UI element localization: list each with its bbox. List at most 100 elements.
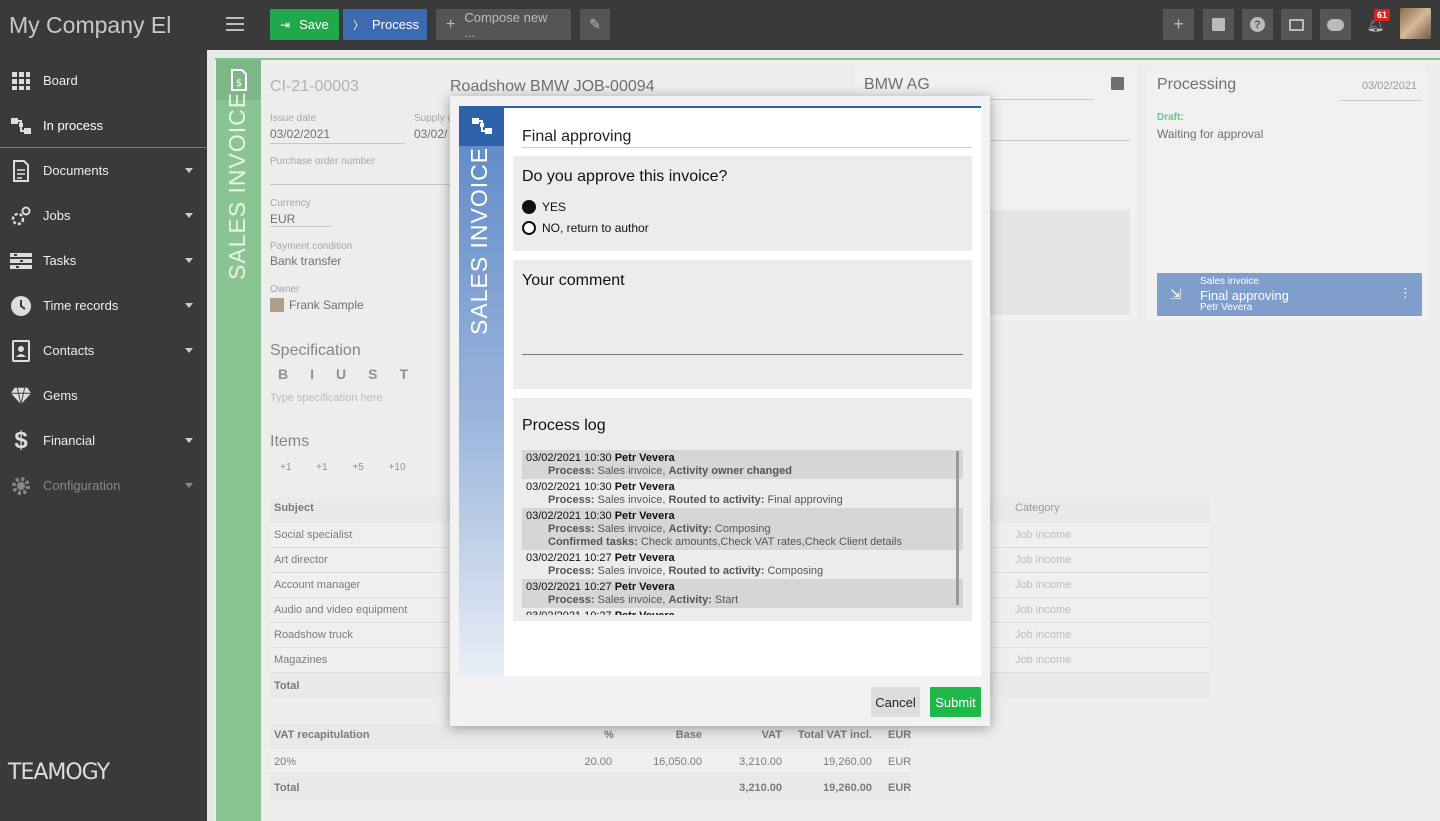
gear-icon [10, 475, 32, 497]
sidebar-item-label: Contacts [43, 343, 95, 358]
help-icon: ? [1250, 17, 1265, 32]
print-button[interactable] [1281, 9, 1312, 40]
grid-icon [10, 70, 32, 92]
sidebar-item-tasks[interactable]: Tasks [0, 238, 207, 283]
sidebar-item-label: Financial [43, 433, 96, 448]
log-detail: Confirmed tasks: Check amounts,Check VAT… [548, 536, 902, 548]
dollar-icon: $ [14, 426, 28, 454]
sidebar-item-label: Board [43, 73, 78, 88]
log-timestamp: 03/02/2021 10:27 [526, 552, 612, 564]
compose-new-button[interactable]: + Compose new ... [436, 9, 571, 40]
log-timestamp: 03/02/2021 10:30 [526, 481, 612, 493]
help-button[interactable]: ? [1242, 9, 1273, 40]
clock-icon [10, 295, 32, 317]
sidebar-item-configuration[interactable]: Configuration [0, 463, 207, 508]
user-avatar[interactable] [1400, 8, 1431, 39]
sidebar-item-jobs[interactable]: Jobs [0, 193, 207, 238]
log-user: Petr Vevera [615, 610, 675, 615]
chevron-down-icon [185, 438, 193, 443]
notes-button[interactable] [1203, 9, 1234, 40]
sidebar-item-in-process[interactable]: In process [0, 103, 207, 148]
log-entry: 03/02/2021 10:27 Petr VeveraProcess: Sal… [522, 550, 963, 579]
log-entry: 03/02/2021 10:27 Petr VeveraProcess: Sal… [522, 608, 963, 615]
log-timestamp: 03/02/2021 10:27 [526, 610, 612, 615]
tools-icon: ✎ [589, 16, 601, 32]
log-entry: 03/02/2021 10:30 Petr Vevera Process: Sal… [522, 508, 963, 550]
log-detail: Process: Sales invoice, Routed to activi… [548, 565, 824, 577]
sidebar-item-time-records[interactable]: Time records [0, 283, 207, 328]
sidebar-item-board[interactable]: Board [0, 58, 207, 103]
contacts-icon [10, 339, 32, 362]
tasks-icon [10, 250, 32, 272]
menu-icon[interactable] [226, 17, 244, 35]
option-yes-radio[interactable]: YES [522, 200, 566, 214]
log-timestamp: 03/02/2021 10:30 [526, 452, 612, 464]
plus-icon: + [446, 15, 456, 33]
log-detail: Process: Sales invoice, Activity owner c… [548, 465, 792, 477]
process-log-section: Process log 03/02/2021 10:30 Petr Vevera… [513, 398, 972, 621]
document-icon [10, 159, 32, 182]
chevron-down-icon [185, 348, 193, 353]
radio-unchecked-icon [522, 221, 536, 235]
log-entry: 03/02/2021 10:30 Petr Vevera Process: Sal… [522, 479, 963, 508]
chat-icon [1327, 18, 1344, 31]
log-detail: Process: Sales invoice, Routed to activi… [548, 494, 843, 506]
log-entry: 03/02/2021 10:30 Petr Vevera Process: Sal… [522, 450, 963, 479]
process-log-title: Process log [522, 417, 606, 434]
radio-checked-icon [522, 200, 536, 214]
log-user: Petr Vevera [614, 510, 675, 522]
plus-icon: + [1173, 14, 1184, 34]
sidebar-item-label: Time records [43, 298, 119, 313]
sidebar-item-label: Configuration [43, 478, 121, 493]
option-no-radio[interactable]: NO, return to author [522, 221, 649, 235]
chevron-right-icon: 〉 [353, 19, 364, 32]
sidebar-item-gems[interactable]: Gems [0, 373, 207, 418]
flow-icon [459, 106, 504, 146]
log-scrollbar[interactable] [956, 451, 959, 605]
notification-badge: 61 [1374, 9, 1391, 21]
cancel-button[interactable]: Cancel [871, 687, 920, 717]
chat-button[interactable] [1320, 9, 1351, 40]
process-button[interactable]: 〉 Process [343, 9, 427, 40]
company-name: My Company El [9, 12, 172, 38]
comment-section: Your comment [513, 260, 972, 389]
sidebar-item-label: Gems [43, 388, 78, 403]
submit-button[interactable]: Submit [930, 687, 981, 717]
log-user: Petr Vevera [614, 552, 675, 564]
jobs-icon [10, 205, 32, 227]
sidebar-item-documents[interactable]: Documents [0, 148, 207, 193]
sidebar-item-label: Tasks [43, 253, 77, 268]
sidebar: My Company El Board In process Documents… [0, 0, 207, 821]
comment-textarea[interactable] [522, 300, 963, 355]
chevron-down-icon [185, 483, 193, 488]
sidebar-item-label: In process [43, 118, 103, 133]
printer-icon [1289, 18, 1304, 31]
approval-question: Do you approve this invoice? [522, 168, 728, 185]
sidebar-nav: Board In process Documents Jobs Tasks Ti… [0, 58, 207, 508]
add-button[interactable]: + [1163, 9, 1194, 40]
chevron-down-icon [185, 168, 193, 173]
log-detail: Process: Sales invoice, Activity: Start [548, 594, 739, 606]
comment-title: Your comment [522, 272, 625, 289]
note-icon [1212, 18, 1225, 31]
dialog-type-label: SALES INVOICE [466, 146, 492, 335]
sidebar-item-contacts[interactable]: Contacts [0, 328, 207, 373]
log-user: Petr Vevera [614, 581, 675, 593]
chevron-down-icon [185, 303, 193, 308]
chevron-down-icon [185, 213, 193, 218]
log-user: Petr Vevera [614, 481, 675, 493]
log-user: Petr Vevera [614, 452, 675, 464]
approval-section: Do you approve this invoice? YES NO, ret… [513, 156, 972, 251]
dialog-title: Final approving [522, 128, 632, 145]
flow-icon [10, 115, 32, 137]
log-detail: Process: Sales invoice, Activity: Compos… [548, 523, 771, 535]
tools-button[interactable]: ✎ [580, 9, 610, 40]
sidebar-item-label: Documents [43, 163, 109, 178]
log-timestamp: 03/02/2021 10:30 [526, 510, 612, 522]
dialog-accent-line [504, 106, 981, 108]
save-button[interactable]: ⇥ Save [270, 9, 339, 40]
process-log-list[interactable]: 03/02/2021 10:30 Petr Vevera Process: Sal… [522, 450, 963, 615]
sidebar-item-financial[interactable]: $ Financial [0, 418, 207, 463]
log-entry: 03/02/2021 10:27 Petr VeveraProcess: Sal… [522, 579, 963, 608]
gem-icon [10, 385, 32, 407]
